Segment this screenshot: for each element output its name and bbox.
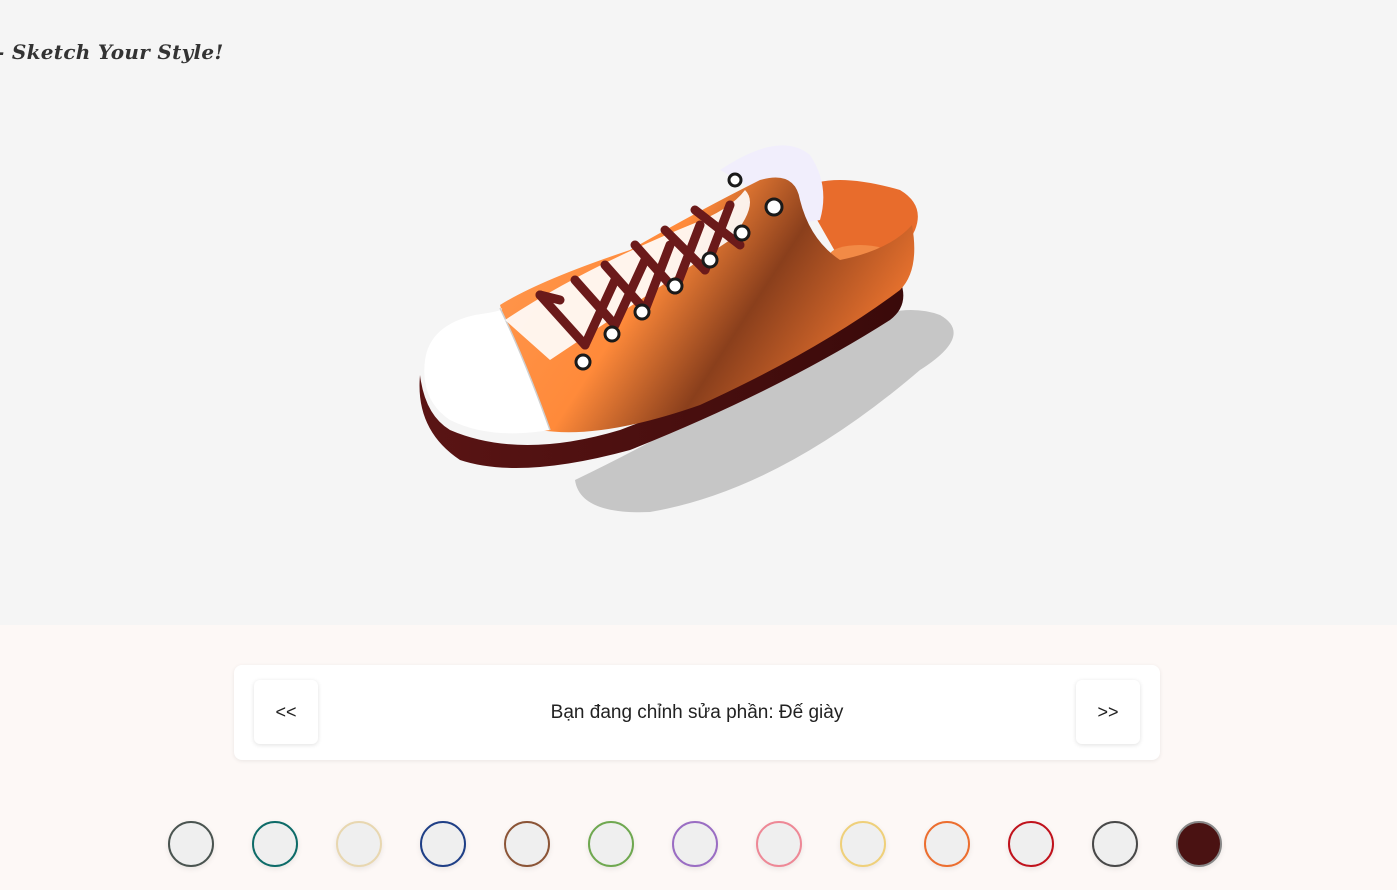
color-swatch-navy[interactable]: [420, 821, 466, 867]
color-swatch-gray[interactable]: [168, 821, 214, 867]
color-swatch-orange[interactable]: [924, 821, 970, 867]
color-swatch-brown[interactable]: [504, 821, 550, 867]
shoe-viewer[interactable]: - Sketch Your Style!: [0, 0, 1397, 625]
next-part-button[interactable]: >>: [1076, 680, 1140, 744]
color-swatch-charcoal[interactable]: [1092, 821, 1138, 867]
editor-panel: << Bạn đang chỉnh sửa phần: Đế giày >>: [0, 625, 1397, 890]
shoe-3d-model[interactable]: [400, 130, 980, 530]
color-swatch-yellow[interactable]: [840, 821, 886, 867]
color-swatch-teal[interactable]: [252, 821, 298, 867]
color-swatch-green[interactable]: [588, 821, 634, 867]
color-swatch-beige[interactable]: [336, 821, 382, 867]
color-swatch-list: [168, 821, 1228, 871]
color-swatch-pink[interactable]: [756, 821, 802, 867]
editing-part-status: Bạn đang chỉnh sửa phần: Đế giày: [550, 702, 844, 723]
color-swatch-maroon[interactable]: [1176, 821, 1222, 867]
color-swatch-purple[interactable]: [672, 821, 718, 867]
color-swatch-red[interactable]: [1008, 821, 1054, 867]
brand-title: - Sketch Your Style!: [0, 40, 224, 64]
part-navigator: << Bạn đang chỉnh sửa phần: Đế giày >>: [234, 665, 1160, 760]
